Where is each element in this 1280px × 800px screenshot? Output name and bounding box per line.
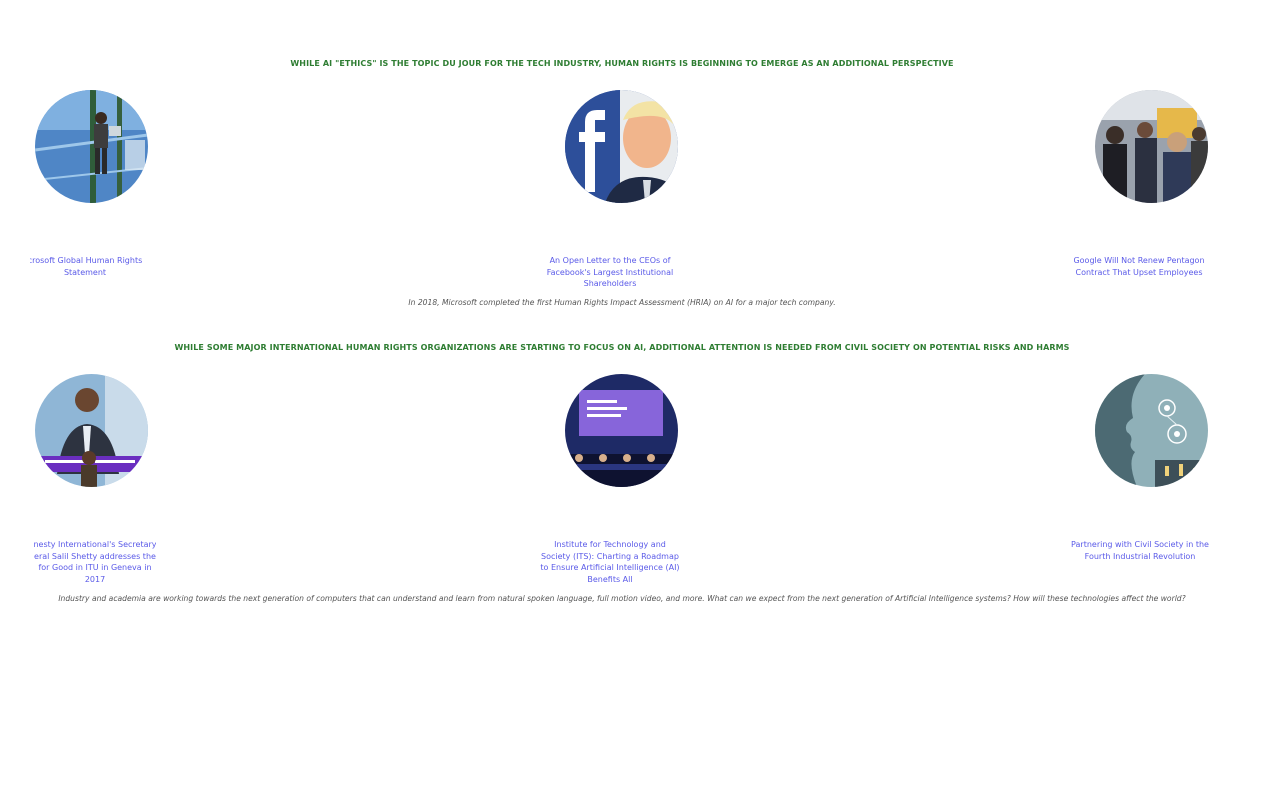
ai-face-network-image[interactable]: [1095, 374, 1208, 487]
caption-line: nesty International's Secretary: [33, 540, 156, 549]
amnesty-salil-shetty-link[interactable]: nesty International's Secretary eral Sal…: [30, 539, 156, 585]
section-1-description: In 2018, Microsoft completed the first H…: [408, 298, 836, 307]
worker-on-tower-image[interactable]: [35, 90, 148, 203]
google-employees-crowd-image[interactable]: [1095, 90, 1208, 203]
civil-society-partnering-link[interactable]: Partnering with Civil Society in the Fou…: [1068, 539, 1212, 562]
section-2-heading: WHILE SOME MAJOR INTERNATIONAL HUMAN RIG…: [174, 343, 1070, 352]
section-1-heading: WHILE AI "ETHICS" IS THE TOPIC DU JOUR F…: [290, 59, 954, 68]
google-pentagon-link[interactable]: Google Will Not Renew Pentagon Contract …: [1068, 255, 1210, 278]
amnesty-speaker-image[interactable]: [35, 374, 148, 487]
facebook-open-letter-link[interactable]: An Open Letter to the CEOs of Facebook's…: [540, 255, 680, 290]
caption-line: for Good in ITU in Geneva in: [38, 563, 152, 572]
its-roadmap-link[interactable]: Institute for Technology and Society (IT…: [540, 539, 680, 585]
microsoft-human-rights-link[interactable]: crosoft Global Human Rights Statement: [30, 255, 156, 278]
section-2-description: Industry and academia are working toward…: [58, 594, 1186, 603]
caption-line: eral Salil Shetty addresses the: [34, 551, 156, 561]
caption-line: 2017: [84, 574, 106, 584]
its-conference-image[interactable]: [565, 374, 678, 487]
trump-facebook-image[interactable]: [565, 90, 678, 203]
